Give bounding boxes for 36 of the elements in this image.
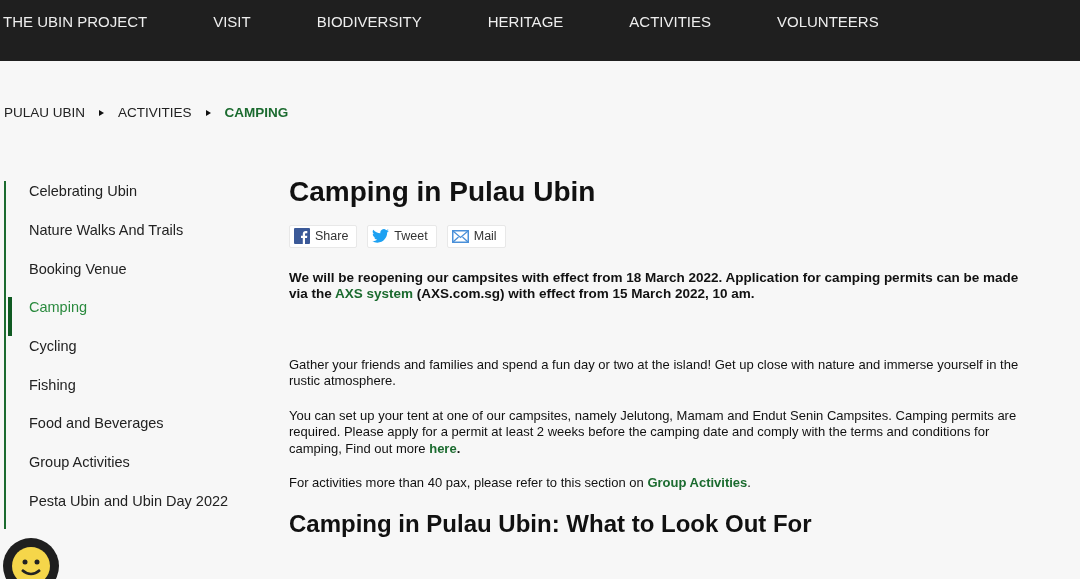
sidebar-item[interactable]: Booking Venue	[4, 258, 289, 298]
sidebar-item[interactable]: Cycling	[4, 336, 289, 375]
share-button[interactable]: Mail	[446, 224, 506, 248]
breadcrumb-arrow-icon	[205, 110, 211, 117]
breadcrumb-arrow-icon	[99, 110, 105, 117]
text-link[interactable]: here	[429, 440, 457, 456]
breadcrumb-link[interactable]: PULAU UBIN	[4, 103, 86, 124]
nav-link[interactable]: VISIT	[213, 11, 251, 34]
text-link[interactable]: AXS system	[335, 286, 414, 302]
smiley-icon	[11, 546, 51, 579]
sidebar-item[interactable]: Celebrating Ubin	[4, 181, 289, 220]
share-button[interactable]: Tweet	[367, 224, 437, 248]
nav-link[interactable]: ACTIVITIES	[629, 11, 711, 34]
nav-link[interactable]: HERITAGE	[487, 11, 564, 34]
sidebar-item[interactable]: Group Activities	[4, 452, 289, 491]
facebook-icon	[294, 228, 310, 245]
sidebar-item[interactable]: Food and Beverages	[4, 413, 289, 453]
sidebar-item[interactable]: Nature Walks And Trails	[4, 219, 289, 259]
sidebar-item[interactable]: Camping	[4, 297, 289, 336]
chat-button[interactable]	[3, 538, 59, 579]
paragraph: For activities more than 40 pax, please refer to this section on Group Activities.	[289, 475, 752, 492]
nav-link[interactable]: VOLUNTEERS	[777, 11, 879, 34]
breadcrumb-link[interactable]: ACTIVITIES	[118, 103, 192, 124]
nav-link[interactable]: THE UBIN PROJECT	[3, 11, 148, 34]
paragraph: You can set up your tent at one of our campsites, namely Jelutong, Mamam and Endut Senin Campsites. Camping permits are required. Please apply for a permit at least 2 weeks before the camping date and comply with the terms and conditions for camping, Find out more here.	[289, 407, 1018, 458]
bird-icon	[372, 229, 390, 244]
sidebar-item[interactable]: Fishing	[4, 374, 289, 414]
nav-link[interactable]: BIODIVERSITY	[316, 11, 422, 34]
paragraph: We will be reopening our campsites with effect from 18 March 2022. Application for camping permits can be made via the AXS system (AXS.com.sg) with effect from 15 March 2022, 10 am.	[289, 269, 1020, 303]
envelope-icon	[451, 229, 469, 243]
page-title: Camping in Pulau Ubin	[289, 175, 597, 209]
paragraph: Gather your friends and families and spend a fun day or two at the island! Get up close with nature and immerse yourself in the rustic atmosphere.	[289, 356, 1020, 390]
breadcrumb-current: CAMPING	[224, 104, 289, 122]
sidebar-item[interactable]: Pesta Ubin and Ubin Day 2022	[4, 490, 289, 530]
share-button[interactable]: Share	[289, 224, 358, 248]
section-heading: Camping in Pulau Ubin: What to Look Out For	[289, 509, 813, 539]
